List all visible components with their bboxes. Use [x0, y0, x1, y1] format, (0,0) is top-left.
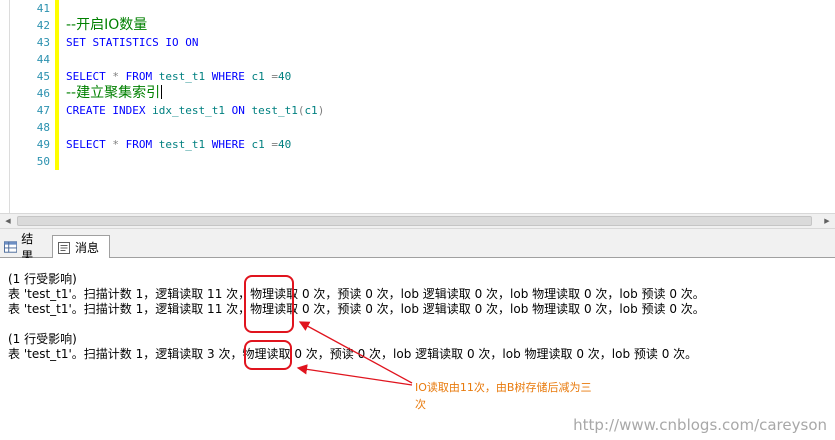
watermark: http://www.cnblogs.com/careyson	[573, 416, 827, 434]
annotation-label: IO读取由11次，由B树存储后减为三次	[415, 381, 592, 411]
annotation-arrows	[296, 321, 413, 386]
arrow-to-11-reads	[298, 321, 413, 384]
arrow-to-3-reads	[296, 364, 413, 386]
